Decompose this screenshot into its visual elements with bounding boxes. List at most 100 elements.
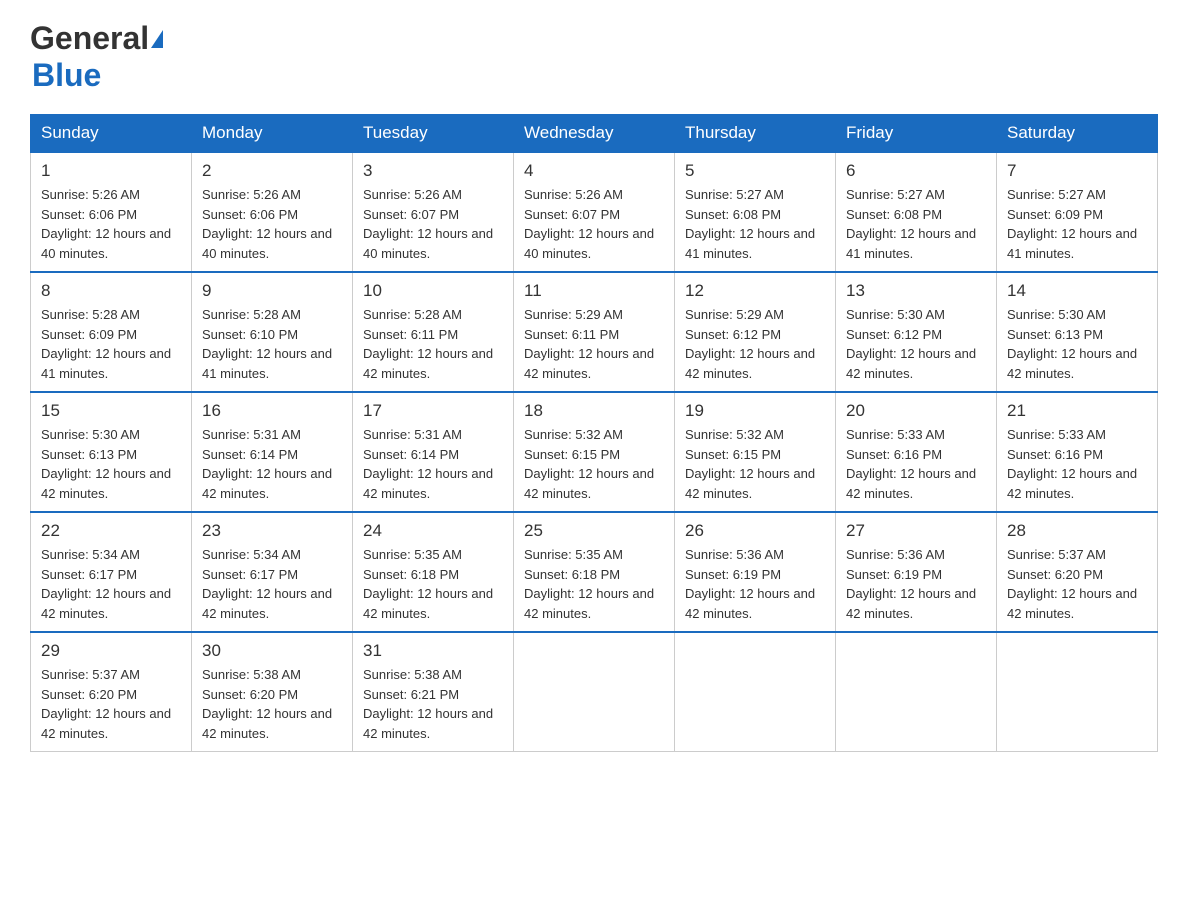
calendar-week-row: 8 Sunrise: 5:28 AM Sunset: 6:09 PM Dayli… <box>31 272 1158 392</box>
day-info: Sunrise: 5:28 AM Sunset: 6:10 PM Dayligh… <box>202 305 342 383</box>
calendar-header-friday: Friday <box>836 115 997 153</box>
day-info: Sunrise: 5:35 AM Sunset: 6:18 PM Dayligh… <box>363 545 503 623</box>
logo-triangle-icon <box>151 30 163 48</box>
day-info: Sunrise: 5:36 AM Sunset: 6:19 PM Dayligh… <box>846 545 986 623</box>
calendar-cell: 18 Sunrise: 5:32 AM Sunset: 6:15 PM Dayl… <box>514 392 675 512</box>
calendar-cell: 15 Sunrise: 5:30 AM Sunset: 6:13 PM Dayl… <box>31 392 192 512</box>
day-number: 14 <box>1007 281 1147 301</box>
day-number: 6 <box>846 161 986 181</box>
day-info: Sunrise: 5:31 AM Sunset: 6:14 PM Dayligh… <box>202 425 342 503</box>
calendar-cell: 20 Sunrise: 5:33 AM Sunset: 6:16 PM Dayl… <box>836 392 997 512</box>
logo: General Blue <box>30 20 163 94</box>
calendar-cell: 10 Sunrise: 5:28 AM Sunset: 6:11 PM Dayl… <box>353 272 514 392</box>
calendar-cell: 17 Sunrise: 5:31 AM Sunset: 6:14 PM Dayl… <box>353 392 514 512</box>
calendar-cell: 30 Sunrise: 5:38 AM Sunset: 6:20 PM Dayl… <box>192 632 353 752</box>
day-info: Sunrise: 5:26 AM Sunset: 6:06 PM Dayligh… <box>202 185 342 263</box>
calendar-cell: 11 Sunrise: 5:29 AM Sunset: 6:11 PM Dayl… <box>514 272 675 392</box>
day-number: 19 <box>685 401 825 421</box>
calendar-cell: 25 Sunrise: 5:35 AM Sunset: 6:18 PM Dayl… <box>514 512 675 632</box>
day-info: Sunrise: 5:26 AM Sunset: 6:06 PM Dayligh… <box>41 185 181 263</box>
calendar-cell: 29 Sunrise: 5:37 AM Sunset: 6:20 PM Dayl… <box>31 632 192 752</box>
day-info: Sunrise: 5:28 AM Sunset: 6:09 PM Dayligh… <box>41 305 181 383</box>
day-number: 20 <box>846 401 986 421</box>
day-number: 23 <box>202 521 342 541</box>
calendar-cell: 3 Sunrise: 5:26 AM Sunset: 6:07 PM Dayli… <box>353 152 514 272</box>
calendar-cell: 7 Sunrise: 5:27 AM Sunset: 6:09 PM Dayli… <box>997 152 1158 272</box>
calendar-cell: 14 Sunrise: 5:30 AM Sunset: 6:13 PM Dayl… <box>997 272 1158 392</box>
logo-general-text: General <box>30 20 149 57</box>
calendar-cell: 26 Sunrise: 5:36 AM Sunset: 6:19 PM Dayl… <box>675 512 836 632</box>
calendar-header-monday: Monday <box>192 115 353 153</box>
calendar-cell: 6 Sunrise: 5:27 AM Sunset: 6:08 PM Dayli… <box>836 152 997 272</box>
calendar-cell: 13 Sunrise: 5:30 AM Sunset: 6:12 PM Dayl… <box>836 272 997 392</box>
day-info: Sunrise: 5:34 AM Sunset: 6:17 PM Dayligh… <box>41 545 181 623</box>
page-header: General Blue <box>30 20 1158 94</box>
day-number: 25 <box>524 521 664 541</box>
calendar-header-thursday: Thursday <box>675 115 836 153</box>
day-number: 8 <box>41 281 181 301</box>
calendar-cell <box>836 632 997 752</box>
calendar-cell: 19 Sunrise: 5:32 AM Sunset: 6:15 PM Dayl… <box>675 392 836 512</box>
calendar-header-wednesday: Wednesday <box>514 115 675 153</box>
calendar-cell: 2 Sunrise: 5:26 AM Sunset: 6:06 PM Dayli… <box>192 152 353 272</box>
day-info: Sunrise: 5:31 AM Sunset: 6:14 PM Dayligh… <box>363 425 503 503</box>
day-number: 24 <box>363 521 503 541</box>
day-info: Sunrise: 5:33 AM Sunset: 6:16 PM Dayligh… <box>1007 425 1147 503</box>
calendar-cell: 1 Sunrise: 5:26 AM Sunset: 6:06 PM Dayli… <box>31 152 192 272</box>
day-info: Sunrise: 5:38 AM Sunset: 6:21 PM Dayligh… <box>363 665 503 743</box>
day-info: Sunrise: 5:30 AM Sunset: 6:13 PM Dayligh… <box>1007 305 1147 383</box>
calendar-cell: 4 Sunrise: 5:26 AM Sunset: 6:07 PM Dayli… <box>514 152 675 272</box>
day-info: Sunrise: 5:34 AM Sunset: 6:17 PM Dayligh… <box>202 545 342 623</box>
day-info: Sunrise: 5:33 AM Sunset: 6:16 PM Dayligh… <box>846 425 986 503</box>
logo-blue-text: Blue <box>32 57 101 94</box>
day-number: 22 <box>41 521 181 541</box>
calendar-cell <box>514 632 675 752</box>
calendar-cell: 24 Sunrise: 5:35 AM Sunset: 6:18 PM Dayl… <box>353 512 514 632</box>
calendar-cell: 28 Sunrise: 5:37 AM Sunset: 6:20 PM Dayl… <box>997 512 1158 632</box>
day-info: Sunrise: 5:27 AM Sunset: 6:08 PM Dayligh… <box>685 185 825 263</box>
calendar-cell <box>675 632 836 752</box>
day-number: 1 <box>41 161 181 181</box>
day-number: 26 <box>685 521 825 541</box>
day-number: 15 <box>41 401 181 421</box>
calendar-cell: 22 Sunrise: 5:34 AM Sunset: 6:17 PM Dayl… <box>31 512 192 632</box>
calendar-week-row: 15 Sunrise: 5:30 AM Sunset: 6:13 PM Dayl… <box>31 392 1158 512</box>
day-info: Sunrise: 5:32 AM Sunset: 6:15 PM Dayligh… <box>685 425 825 503</box>
day-info: Sunrise: 5:29 AM Sunset: 6:11 PM Dayligh… <box>524 305 664 383</box>
day-info: Sunrise: 5:26 AM Sunset: 6:07 PM Dayligh… <box>524 185 664 263</box>
calendar-week-row: 22 Sunrise: 5:34 AM Sunset: 6:17 PM Dayl… <box>31 512 1158 632</box>
calendar-header-tuesday: Tuesday <box>353 115 514 153</box>
day-info: Sunrise: 5:32 AM Sunset: 6:15 PM Dayligh… <box>524 425 664 503</box>
day-number: 16 <box>202 401 342 421</box>
day-info: Sunrise: 5:27 AM Sunset: 6:08 PM Dayligh… <box>846 185 986 263</box>
day-info: Sunrise: 5:26 AM Sunset: 6:07 PM Dayligh… <box>363 185 503 263</box>
day-number: 21 <box>1007 401 1147 421</box>
calendar-body: 1 Sunrise: 5:26 AM Sunset: 6:06 PM Dayli… <box>31 152 1158 752</box>
day-info: Sunrise: 5:30 AM Sunset: 6:12 PM Dayligh… <box>846 305 986 383</box>
day-number: 3 <box>363 161 503 181</box>
calendar-header-sunday: Sunday <box>31 115 192 153</box>
day-number: 5 <box>685 161 825 181</box>
calendar-week-row: 1 Sunrise: 5:26 AM Sunset: 6:06 PM Dayli… <box>31 152 1158 272</box>
day-info: Sunrise: 5:30 AM Sunset: 6:13 PM Dayligh… <box>41 425 181 503</box>
day-number: 9 <box>202 281 342 301</box>
day-info: Sunrise: 5:35 AM Sunset: 6:18 PM Dayligh… <box>524 545 664 623</box>
calendar-cell: 31 Sunrise: 5:38 AM Sunset: 6:21 PM Dayl… <box>353 632 514 752</box>
calendar-cell: 16 Sunrise: 5:31 AM Sunset: 6:14 PM Dayl… <box>192 392 353 512</box>
day-number: 18 <box>524 401 664 421</box>
day-number: 30 <box>202 641 342 661</box>
day-number: 10 <box>363 281 503 301</box>
day-number: 2 <box>202 161 342 181</box>
day-number: 27 <box>846 521 986 541</box>
calendar-cell: 12 Sunrise: 5:29 AM Sunset: 6:12 PM Dayl… <box>675 272 836 392</box>
calendar-cell: 8 Sunrise: 5:28 AM Sunset: 6:09 PM Dayli… <box>31 272 192 392</box>
day-info: Sunrise: 5:37 AM Sunset: 6:20 PM Dayligh… <box>41 665 181 743</box>
calendar-week-row: 29 Sunrise: 5:37 AM Sunset: 6:20 PM Dayl… <box>31 632 1158 752</box>
calendar-cell: 23 Sunrise: 5:34 AM Sunset: 6:17 PM Dayl… <box>192 512 353 632</box>
day-number: 31 <box>363 641 503 661</box>
calendar-cell: 27 Sunrise: 5:36 AM Sunset: 6:19 PM Dayl… <box>836 512 997 632</box>
day-number: 7 <box>1007 161 1147 181</box>
calendar-table: SundayMondayTuesdayWednesdayThursdayFrid… <box>30 114 1158 752</box>
calendar-cell: 9 Sunrise: 5:28 AM Sunset: 6:10 PM Dayli… <box>192 272 353 392</box>
calendar-header-row: SundayMondayTuesdayWednesdayThursdayFrid… <box>31 115 1158 153</box>
